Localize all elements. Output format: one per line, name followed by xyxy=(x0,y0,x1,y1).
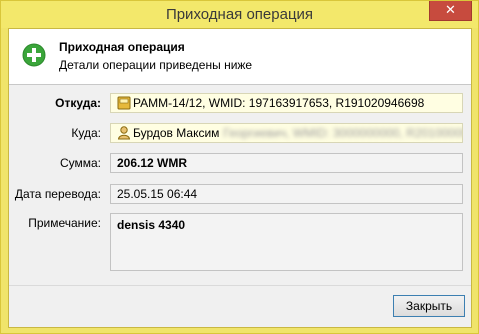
note-label: Примечание: xyxy=(28,216,101,230)
footer-divider xyxy=(9,285,471,286)
close-button[interactable]: Закрыть xyxy=(393,295,465,317)
amount-label: Сумма: xyxy=(59,156,101,170)
dialog-header: Приходная операция Детали операции приве… xyxy=(9,29,471,85)
to-label: Куда: xyxy=(71,126,101,140)
header-subtitle: Детали операции приведены ниже xyxy=(59,58,253,72)
to-value: Бурдов Максим xyxy=(133,126,220,140)
redacted-text: Георгиевич, WMID: 3000000000, R201000000… xyxy=(223,126,462,140)
window-close-button[interactable]: ✕ xyxy=(429,1,472,21)
note-field[interactable]: densis 4340 xyxy=(110,213,463,271)
from-field[interactable]: PAMM-14/12, WMID: 197163917653, R1910209… xyxy=(110,93,463,113)
dialog-window: Приходная операция ✕ Приходная операция … xyxy=(0,0,479,334)
date-field: 25.05.15 06:44 xyxy=(110,184,463,204)
from-label: Откуда: xyxy=(55,96,101,110)
header-title: Приходная операция xyxy=(59,40,185,54)
date-label: Дата перевода: xyxy=(14,187,101,201)
close-icon: ✕ xyxy=(445,2,456,17)
wallet-icon xyxy=(117,96,131,110)
add-icon xyxy=(22,43,46,67)
user-icon xyxy=(117,126,131,140)
title-bar[interactable]: Приходная операция ✕ xyxy=(1,1,478,28)
from-value: PAMM-14/12, WMID: 197163917653, R1910209… xyxy=(133,96,425,110)
to-field[interactable]: Бурдов Максим Георгиевич, WMID: 300000000… xyxy=(110,123,463,143)
window-title: Приходная операция xyxy=(165,6,314,23)
dialog-body: Приходная операция Детали операции приве… xyxy=(8,28,472,328)
amount-field: 206.12 WMR xyxy=(110,153,463,173)
